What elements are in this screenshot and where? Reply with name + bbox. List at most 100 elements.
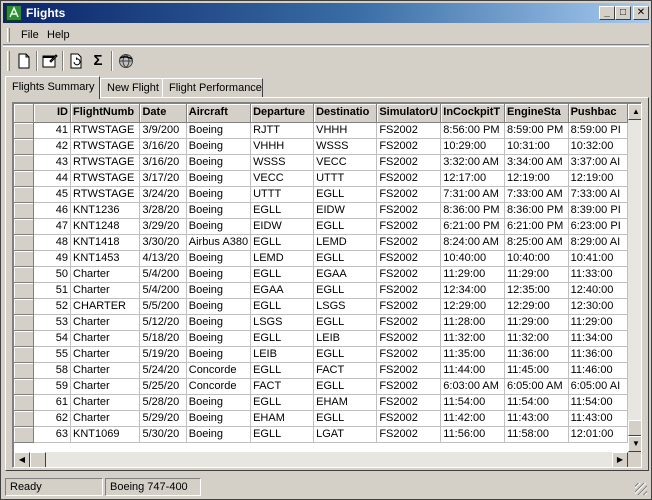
scroll-down-button[interactable]: ▼ — [628, 436, 641, 452]
table-cell[interactable]: 6:05:00 AM — [504, 378, 569, 395]
table-cell[interactable]: 11:46:00 — [568, 362, 628, 379]
table-cell[interactable]: Airbus A380 — [186, 234, 252, 251]
table-cell[interactable]: LEIB — [250, 346, 315, 363]
table-cell[interactable]: 11:44:00 — [440, 362, 505, 379]
table-cell[interactable]: FS2002 — [376, 138, 442, 155]
table-cell[interactable]: Boeing — [186, 282, 252, 299]
table-cell[interactable]: Charter — [70, 394, 141, 411]
table-row[interactable]: 46 KNT1236 3/28/20 Boeing EGLL EIDW FS2002 8:36… — [14, 202, 628, 219]
table-cell[interactable]: Boeing — [186, 346, 252, 363]
table-cell[interactable]: 8:24:00 AM — [440, 234, 505, 251]
table-cell[interactable]: 6:21:00 PM — [440, 218, 505, 235]
table-cell[interactable]: 11:43:00 — [568, 410, 628, 427]
table-cell[interactable]: KNT1453 — [70, 250, 141, 267]
table-cell[interactable]: EIDW — [250, 218, 315, 235]
vertical-scroll-thumb[interactable] — [628, 420, 641, 436]
table-cell[interactable]: 5/24/20 — [139, 362, 187, 379]
table-cell[interactable]: Boeing — [186, 202, 252, 219]
table-cell[interactable]: EGAA — [313, 266, 378, 283]
table-cell[interactable]: EGLL — [313, 346, 378, 363]
menu-grip[interactable] — [7, 28, 10, 42]
table-cell[interactable]: Charter — [70, 266, 141, 283]
table-cell[interactable]: Concorde — [186, 378, 252, 395]
table-cell[interactable]: Charter — [70, 410, 141, 427]
table-cell[interactable]: 5/29/20 — [139, 410, 187, 427]
table-cell[interactable]: 41 — [33, 122, 71, 139]
table-cell[interactable]: 58 — [33, 362, 71, 379]
table-cell[interactable]: FS2002 — [376, 346, 442, 363]
table-cell[interactable]: FS2002 — [376, 218, 442, 235]
row-selector[interactable] — [14, 234, 35, 251]
horizontal-scroll-thumb[interactable] — [30, 452, 46, 467]
table-cell[interactable]: 11:58:00 — [504, 426, 569, 443]
minimize-button[interactable]: _ — [599, 6, 615, 20]
table-row[interactable]: 47 KNT1248 3/29/20 Boeing EIDW EGLL FS2002 6:21… — [14, 218, 628, 235]
table-cell[interactable]: 63 — [33, 426, 71, 443]
title-bar[interactable]: Flights _ □ ✕ — [3, 3, 649, 23]
table-row[interactable]: 49 KNT1453 4/13/20 Boeing LEMD EGLL FS2002 10:4… — [14, 250, 628, 267]
table-row[interactable]: 58 Charter 5/24/20 Concorde EGLL FACT FS2002 11… — [14, 362, 628, 379]
row-selector[interactable] — [14, 346, 35, 363]
table-cell[interactable]: EGLL — [313, 282, 378, 299]
table-cell[interactable]: FACT — [313, 362, 378, 379]
table-cell[interactable]: EGLL — [313, 314, 378, 331]
table-cell[interactable]: 44 — [33, 170, 71, 187]
row-selector[interactable] — [14, 298, 35, 315]
table-cell[interactable]: FS2002 — [376, 234, 442, 251]
table-cell[interactable]: 61 — [33, 394, 71, 411]
table-cell[interactable]: 7:31:00 AM — [440, 186, 505, 203]
table-cell[interactable]: WSSS — [250, 154, 315, 171]
table-cell[interactable]: 4/13/20 — [139, 250, 187, 267]
table-cell[interactable]: 53 — [33, 314, 71, 331]
table-cell[interactable]: 55 — [33, 346, 71, 363]
table-cell[interactable]: 3/17/20 — [139, 170, 187, 187]
row-selector[interactable] — [14, 410, 35, 427]
column-header[interactable]: Departure — [250, 104, 315, 123]
table-cell[interactable]: Boeing — [186, 218, 252, 235]
sigma-icon[interactable]: Σ — [87, 50, 109, 72]
properties-icon[interactable] — [39, 50, 61, 72]
tab-new-flight[interactable]: New Flight — [100, 78, 163, 98]
table-cell[interactable]: FS2002 — [376, 122, 442, 139]
table-cell[interactable]: 6:03:00 AM — [440, 378, 505, 395]
table-cell[interactable]: 51 — [33, 282, 71, 299]
table-cell[interactable]: 10:32:00 — [568, 138, 628, 155]
table-cell[interactable]: 59 — [33, 378, 71, 395]
row-selector[interactable] — [14, 426, 35, 443]
row-selector[interactable] — [14, 362, 35, 379]
row-selector[interactable] — [14, 202, 35, 219]
table-cell[interactable]: 11:32:00 — [440, 330, 505, 347]
table-cell[interactable]: Charter — [70, 346, 141, 363]
table-row[interactable]: 50 Charter 5/4/200 Boeing EGLL EGAA FS2002 11:2… — [14, 266, 628, 283]
table-cell[interactable]: LGAT — [313, 426, 378, 443]
table-cell[interactable]: FS2002 — [376, 298, 442, 315]
table-cell[interactable]: 8:39:00 PI — [568, 202, 628, 219]
table-cell[interactable]: 3:37:00 AI — [568, 154, 628, 171]
table-cell[interactable]: 8:36:00 PM — [504, 202, 569, 219]
table-cell[interactable]: 5/18/20 — [139, 330, 187, 347]
table-cell[interactable]: 12:19:00 — [568, 170, 628, 187]
table-cell[interactable]: EGLL — [313, 186, 378, 203]
table-cell[interactable]: 3/9/200 — [139, 122, 187, 139]
table-cell[interactable]: 3:32:00 AM — [440, 154, 505, 171]
table-row[interactable]: 41 RTWSTAGE 3/9/200 Boeing RJTT VHHH FS2002 8:5… — [14, 122, 628, 139]
table-cell[interactable]: EGLL — [313, 218, 378, 235]
scroll-right-button[interactable]: ▶ — [612, 452, 628, 467]
table-cell[interactable]: 11:29:00 — [504, 266, 569, 283]
table-cell[interactable]: FS2002 — [376, 330, 442, 347]
table-cell[interactable]: 8:56:00 PM — [440, 122, 505, 139]
table-cell[interactable]: Charter — [70, 314, 141, 331]
table-cell[interactable]: FACT — [250, 378, 315, 395]
table-cell[interactable]: 7:33:00 AM — [504, 186, 569, 203]
maximize-button[interactable]: □ — [615, 6, 631, 20]
table-cell[interactable]: RTWSTAGE — [70, 154, 141, 171]
table-cell[interactable]: EGLL — [250, 394, 315, 411]
table-cell[interactable]: 62 — [33, 410, 71, 427]
row-selector[interactable] — [14, 266, 35, 283]
table-cell[interactable]: 6:21:00 PM — [504, 218, 569, 235]
table-cell[interactable]: Boeing — [186, 426, 252, 443]
table-cell[interactable]: EGLL — [250, 266, 315, 283]
table-cell[interactable]: EGLL — [250, 202, 315, 219]
table-cell[interactable]: 10:41:00 — [568, 250, 628, 267]
table-cell[interactable]: 54 — [33, 330, 71, 347]
